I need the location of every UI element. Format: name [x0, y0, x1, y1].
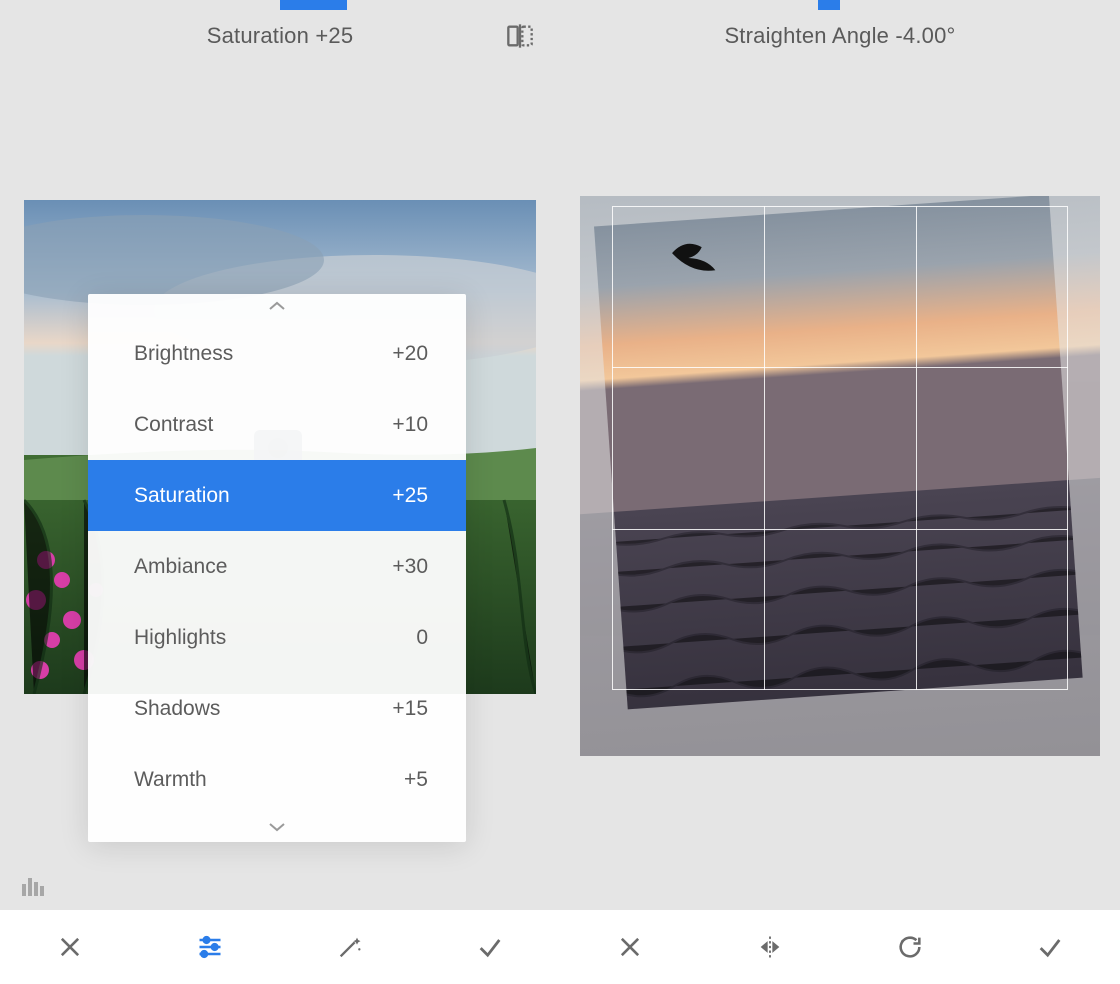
- bottom-bar: [0, 910, 560, 984]
- screen-tune-image: Saturation +25: [0, 0, 560, 984]
- tune-item-value: +10: [392, 413, 428, 437]
- tune-item-label: Saturation: [134, 484, 230, 508]
- image-preview[interactable]: [584, 196, 1096, 756]
- tune-item-value: +20: [392, 342, 428, 366]
- tune-popup[interactable]: Brightness +20 Contrast +10 Saturation +25 Amb…: [88, 294, 466, 842]
- header: Saturation +25: [0, 0, 560, 72]
- magic-button[interactable]: [280, 910, 420, 984]
- tune-item-brightness[interactable]: Brightness +20: [88, 318, 466, 389]
- tune-item-shadows[interactable]: Shadows +15: [88, 673, 466, 744]
- rotate-icon: [896, 933, 924, 961]
- bottom-bar: [560, 910, 1120, 984]
- tune-item-value: 0: [416, 626, 428, 650]
- tune-item-label: Shadows: [134, 697, 220, 721]
- flip-button[interactable]: [700, 910, 840, 984]
- screen-straighten: Straighten Angle -4.00°: [560, 0, 1120, 984]
- apply-button[interactable]: [420, 910, 560, 984]
- sliders-button[interactable]: [140, 910, 280, 984]
- tune-item-contrast[interactable]: Contrast +10: [88, 389, 466, 460]
- cancel-button[interactable]: [0, 910, 140, 984]
- tune-item-label: Contrast: [134, 413, 213, 437]
- compare-button[interactable]: [504, 20, 536, 52]
- chevron-up-icon[interactable]: [88, 294, 466, 318]
- tune-item-value: +15: [392, 697, 428, 721]
- tune-item-label: Brightness: [134, 342, 233, 366]
- histogram-icon[interactable]: [22, 876, 46, 896]
- header-title: Straighten Angle -4.00°: [724, 23, 955, 49]
- tune-item-saturation[interactable]: Saturation +25: [88, 460, 466, 531]
- close-icon: [616, 933, 644, 961]
- tune-list: Brightness +20 Contrast +10 Saturation +25 Amb…: [88, 318, 466, 815]
- tune-item-label: Warmth: [134, 768, 207, 792]
- apply-button[interactable]: [980, 910, 1120, 984]
- cancel-button[interactable]: [560, 910, 700, 984]
- header: Straighten Angle -4.00°: [560, 0, 1120, 72]
- photo-right-svg: [580, 196, 1100, 756]
- tune-item-value: +30: [392, 555, 428, 579]
- flip-icon: [756, 933, 784, 961]
- check-icon: [1036, 933, 1064, 961]
- tune-item-highlights[interactable]: Highlights 0: [88, 602, 466, 673]
- check-icon: [476, 933, 504, 961]
- close-icon: [56, 933, 84, 961]
- tune-item-value: +25: [392, 484, 428, 508]
- tune-item-label: Ambiance: [134, 555, 227, 579]
- chevron-down-icon[interactable]: [88, 815, 466, 839]
- header-title: Saturation +25: [207, 23, 354, 49]
- tune-item-warmth[interactable]: Warmth +5: [88, 744, 466, 815]
- rotated-photo-wrap: [580, 196, 1100, 756]
- tune-item-value: +5: [404, 768, 428, 792]
- compare-icon: [506, 22, 534, 50]
- tune-item-ambiance[interactable]: Ambiance +30: [88, 531, 466, 602]
- rotate-button[interactable]: [840, 910, 980, 984]
- sliders-icon: [196, 933, 224, 961]
- tune-item-label: Highlights: [134, 626, 226, 650]
- wand-icon: [336, 933, 364, 961]
